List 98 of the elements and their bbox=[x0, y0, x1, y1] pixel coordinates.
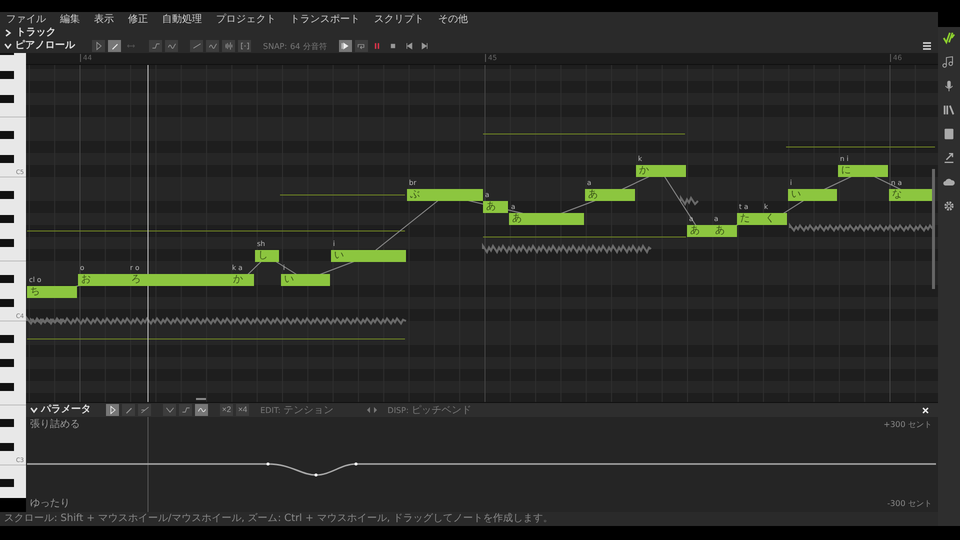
pen-tool-button[interactable] bbox=[108, 40, 121, 52]
pointer-icon bbox=[94, 41, 104, 51]
multiplier-button[interactable]: ×2 bbox=[220, 404, 234, 416]
line-tool-button[interactable] bbox=[138, 404, 151, 416]
pitch-wave-icon bbox=[208, 41, 218, 51]
note[interactable]: あ bbox=[712, 225, 737, 237]
logo-icon[interactable] bbox=[941, 31, 957, 47]
note[interactable]: に bbox=[838, 165, 888, 177]
waveform-tool-button[interactable] bbox=[222, 40, 235, 52]
menu-item[interactable]: 自動処理 bbox=[162, 14, 202, 26]
note[interactable]: い bbox=[331, 250, 406, 262]
section-title[interactable]: パラメータ bbox=[41, 404, 91, 416]
snap-label: SNAP: bbox=[263, 42, 288, 50]
note-curve-icon bbox=[150, 41, 160, 51]
note[interactable]: い bbox=[281, 274, 330, 286]
chevron-icon[interactable] bbox=[30, 406, 38, 414]
waveform-icon bbox=[224, 41, 234, 51]
display-label: DISP: bbox=[388, 406, 409, 414]
note[interactable]: か bbox=[636, 165, 686, 177]
vibrato-icon bbox=[166, 41, 176, 51]
pointer-tool-button[interactable] bbox=[92, 40, 105, 52]
export-icon bbox=[942, 151, 956, 165]
piano-keyboard-drawing[interactable] bbox=[0, 53, 26, 498]
follow-tool-button[interactable] bbox=[338, 40, 352, 52]
bracket-tool-button[interactable] bbox=[238, 40, 251, 52]
upper-bound-label: 張り詰める bbox=[30, 419, 80, 431]
note[interactable]: ろ bbox=[128, 274, 230, 286]
pitch-line-icon bbox=[192, 41, 202, 51]
ramp-icon bbox=[180, 405, 190, 415]
min-value-label: -300 セント bbox=[887, 498, 932, 510]
wave-tool-button[interactable] bbox=[195, 404, 208, 416]
previous-icon bbox=[404, 41, 414, 51]
note[interactable]: し bbox=[255, 250, 279, 262]
pointer-icon bbox=[108, 405, 118, 415]
scrollbar[interactable] bbox=[932, 169, 935, 289]
loop-icon bbox=[356, 41, 366, 51]
edit-label: EDIT: bbox=[260, 406, 281, 414]
pointer-tool-button[interactable] bbox=[106, 404, 119, 416]
note[interactable]: ぶ bbox=[407, 189, 483, 201]
gear-icon bbox=[942, 199, 956, 213]
note[interactable]: あ bbox=[483, 201, 508, 213]
menu-item[interactable]: ファイル bbox=[6, 14, 46, 26]
bracket-icon bbox=[240, 41, 250, 51]
pen-icon bbox=[110, 41, 120, 51]
chevron-icon[interactable] bbox=[4, 42, 12, 50]
note[interactable]: く bbox=[762, 213, 787, 225]
menu-item[interactable]: 編集 bbox=[60, 14, 80, 26]
note[interactable]: か bbox=[230, 274, 254, 286]
note[interactable]: た bbox=[737, 213, 762, 225]
note[interactable]: ち bbox=[27, 286, 77, 298]
pen-tool-button[interactable] bbox=[122, 404, 135, 416]
pitch-line-tool-button[interactable] bbox=[190, 40, 203, 52]
ramp-tool-button[interactable] bbox=[179, 404, 192, 416]
section-title[interactable]: ピアノロール bbox=[15, 40, 75, 52]
menu-item[interactable]: 表示 bbox=[94, 14, 114, 26]
swap-icon[interactable] bbox=[366, 406, 377, 414]
valley-icon bbox=[164, 405, 174, 415]
mic-icon bbox=[942, 79, 956, 93]
display-parameter[interactable]: ピッチベンド bbox=[412, 403, 472, 417]
menu-item[interactable]: プロジェクト bbox=[216, 14, 276, 26]
chevron-icon[interactable] bbox=[4, 29, 12, 37]
logo-icon bbox=[942, 31, 956, 45]
note[interactable]: あ bbox=[585, 189, 635, 201]
waveform-drawing bbox=[680, 194, 699, 206]
lower-bound-label: ゆったり bbox=[30, 498, 70, 510]
book-icon bbox=[942, 127, 956, 141]
note[interactable]: お bbox=[78, 274, 128, 286]
menu-item[interactable]: その他 bbox=[438, 14, 468, 26]
status-bar-text: スクロール: Shift + マウスホイール/マウスホイール, ズーム: Ctrl + マウスホイール, ドラッグしてノートを作成します。 bbox=[0, 512, 938, 526]
edit-parameter[interactable]: テンション bbox=[284, 403, 334, 417]
wave-icon bbox=[196, 405, 206, 415]
library-icon bbox=[942, 103, 956, 117]
pen-icon bbox=[124, 405, 134, 415]
line-icon bbox=[140, 405, 150, 415]
pitch-wave-tool-button[interactable] bbox=[206, 40, 219, 52]
close-icon bbox=[922, 406, 928, 414]
menu-item[interactable]: スクリプト bbox=[374, 14, 424, 26]
note[interactable]: い bbox=[788, 189, 837, 201]
section-title[interactable]: トラック bbox=[16, 27, 56, 39]
tension-curve[interactable] bbox=[27, 462, 936, 476]
resize-handle[interactable] bbox=[196, 398, 206, 400]
next-icon bbox=[420, 41, 430, 51]
note[interactable]: な bbox=[889, 189, 935, 201]
max-value-label: +300 セント bbox=[883, 419, 932, 431]
note[interactable]: あ bbox=[509, 213, 584, 225]
valley-tool-button[interactable] bbox=[163, 404, 176, 416]
note[interactable]: あ bbox=[687, 225, 712, 237]
multiplier-button[interactable]: ×4 bbox=[236, 404, 250, 416]
loop-tool-button[interactable] bbox=[354, 40, 368, 52]
snap-value[interactable]: 64 分音符 bbox=[290, 40, 327, 52]
note-curve-tool-button[interactable] bbox=[149, 40, 162, 52]
menu-icon[interactable] bbox=[922, 41, 932, 51]
menu-item[interactable]: トランスポート bbox=[290, 14, 360, 26]
note-icon bbox=[942, 55, 956, 69]
vibrato-tool-button[interactable] bbox=[165, 40, 178, 52]
piano-roll-grid[interactable] bbox=[26, 65, 938, 402]
menu-item[interactable]: 修正 bbox=[128, 14, 148, 26]
follow-icon bbox=[340, 41, 350, 51]
